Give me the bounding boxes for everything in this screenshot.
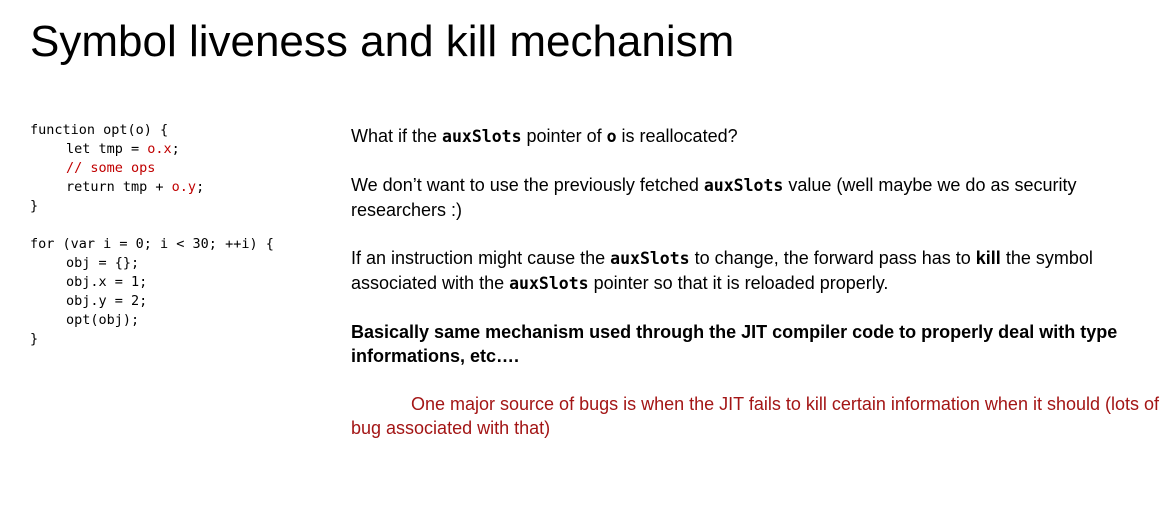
text-run: to change, the forward pass has to <box>689 248 976 268</box>
slide-title: Symbol liveness and kill mechanism <box>30 17 735 66</box>
paragraph-kill-symbol: If an instruction might cause the auxSlo… <box>351 246 1163 296</box>
inline-code: auxSlots <box>703 176 784 195</box>
paragraph-realloc-question: What if the auxSlots pointer of o is rea… <box>351 124 1163 149</box>
code-text: function opt(o) { <box>30 122 169 138</box>
code-line: for (var i = 0; i < 30; ++i) { <box>30 236 274 252</box>
code-text: ; <box>171 141 180 157</box>
code-text: ; <box>196 179 205 195</box>
inline-code: auxSlots <box>610 249 690 268</box>
code-line: function opt(o) { <box>30 121 274 140</box>
bold-text: kill <box>975 248 1001 268</box>
code-line: obj.x = 1; <box>66 274 148 290</box>
text-run: What if the <box>351 126 443 146</box>
code-line: } <box>30 331 39 347</box>
text-run: One major source of bugs is when the JIT… <box>351 394 1160 438</box>
code-line: let tmp = o.x; <box>30 140 274 159</box>
paragraph-bug-source-note: One major source of bugs is when the JIT… <box>351 392 1163 440</box>
code-line: return tmp + o.y; <box>30 178 274 197</box>
code-block: function opt(o) { let tmp = o.x; // some… <box>30 121 274 349</box>
paragraph-mechanism-summary: Basically same mechanism used through th… <box>351 322 1118 366</box>
inline-code: o <box>606 127 617 146</box>
code-highlight: o.y <box>171 179 197 195</box>
explanation-text: What if the auxSlots pointer of o is rea… <box>351 124 1163 464</box>
code-line: obj.y = 2; <box>66 293 148 309</box>
code-text: let tmp = <box>66 141 148 157</box>
text-run: is reallocated? <box>616 126 738 146</box>
code-line: opt(obj); <box>66 312 140 328</box>
code-highlight: o.x <box>147 141 172 157</box>
code-comment: // some ops <box>66 160 156 176</box>
text-run: If an instruction might cause the <box>351 248 611 268</box>
code-text: return tmp + <box>66 179 172 195</box>
paragraph-stale-value: We don’t want to use the previously fetc… <box>351 173 1163 222</box>
inline-code: auxSlots <box>509 274 589 293</box>
code-line: } <box>30 198 39 214</box>
text-run: We don’t want to use the previously fetc… <box>351 175 704 195</box>
text-run: pointer so that it is reloaded properly. <box>588 273 889 293</box>
code-line: obj = {}; <box>66 255 140 271</box>
text-run: pointer of <box>521 126 607 146</box>
inline-code: auxSlots <box>442 127 522 146</box>
